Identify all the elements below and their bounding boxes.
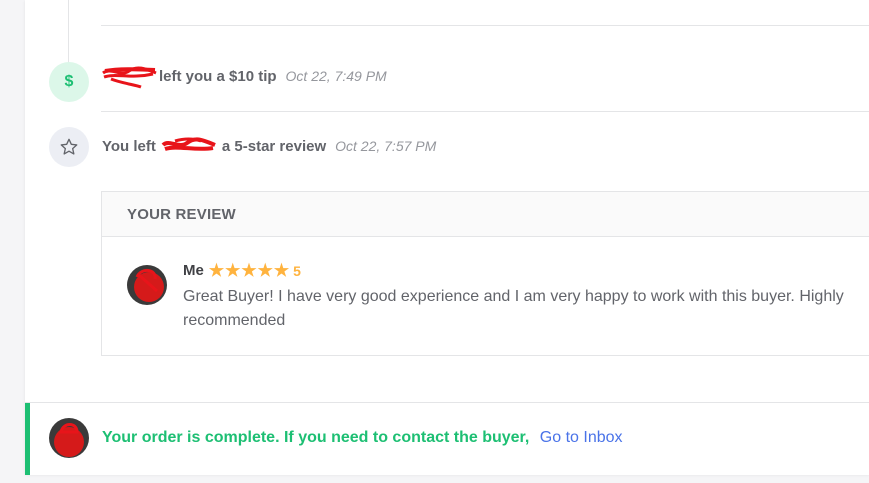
star-rating: ★ ★ ★ ★ ★	[209, 262, 290, 279]
star-icon: ★	[225, 261, 241, 280]
review-text: Great Buyer! I have very good experience…	[183, 288, 844, 329]
redacted-username	[161, 137, 217, 155]
star-icon: ★	[273, 261, 290, 280]
accent-bar	[25, 403, 30, 475]
tip-event: left you a $10 tip Oct 22, 7:49 PM	[101, 66, 387, 89]
divider	[101, 111, 869, 112]
star-icon: ★	[241, 261, 257, 280]
reviewer-name: Me	[183, 262, 204, 279]
avatar	[127, 265, 167, 305]
review-event-time: Oct 22, 7:57 PM	[335, 138, 437, 154]
review-header: YOUR REVIEW	[102, 192, 869, 237]
tip-event-text: left you a $10 tip	[159, 67, 277, 85]
dollar-icon: $	[49, 62, 89, 102]
star-icon: ★	[208, 261, 225, 280]
dollar-glyph: $	[64, 73, 74, 90]
go-to-inbox-link[interactable]: Go to Inbox	[540, 429, 623, 446]
avatar	[49, 418, 89, 458]
review-event: You left a 5-star review Oct 22, 7:57 PM	[102, 137, 436, 155]
rating-value: 5	[293, 262, 301, 279]
divider	[101, 25, 869, 26]
order-complete-banner: Your order is complete. If you need to c…	[25, 402, 869, 475]
star-icon: ★	[257, 261, 273, 280]
star-outline-icon	[49, 127, 89, 167]
tip-event-time: Oct 22, 7:49 PM	[285, 68, 387, 84]
complete-message-text: Your order is complete. If you need to c…	[102, 429, 530, 446]
review-box: YOUR REVIEW Me ★ ★ ★ ★ ★ 5 Great Buyer! …	[101, 191, 869, 356]
review-event-suffix: a 5-star review	[221, 137, 327, 155]
timeline-line	[68, 0, 69, 66]
order-complete-message: Your order is complete. If you need to c…	[102, 429, 623, 447]
review-event-prefix: You left	[102, 137, 156, 155]
redacted-username	[101, 66, 157, 89]
reviewer-line: Me ★ ★ ★ ★ ★ 5	[183, 262, 301, 279]
